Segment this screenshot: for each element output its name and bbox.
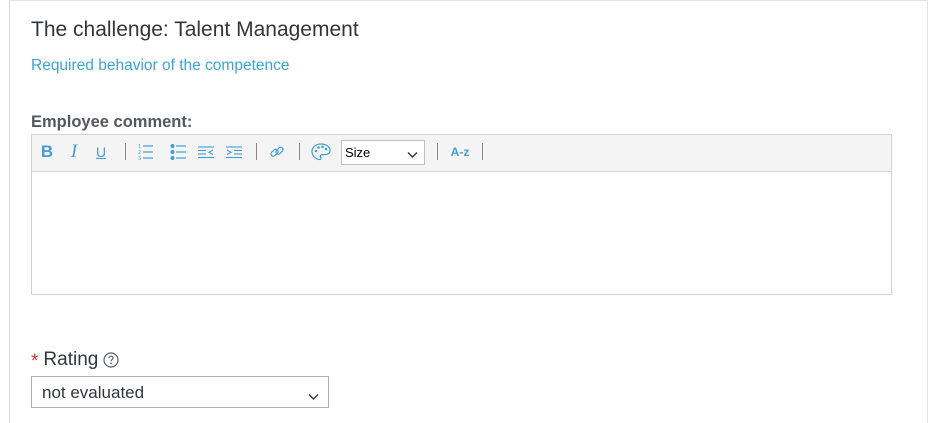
employee-comment-label: Employee comment: xyxy=(31,113,193,131)
rating-selected-value: not evaluated xyxy=(42,383,145,402)
indent-button[interactable] xyxy=(225,141,243,163)
section-title: The challenge: Talent Management xyxy=(31,18,359,41)
toolbar-separator xyxy=(299,143,300,160)
chevron-down-icon xyxy=(407,147,418,162)
chevron-down-icon xyxy=(308,388,319,406)
text-color-button[interactable] xyxy=(310,141,332,163)
ordered-list-icon: 1 2 3 xyxy=(138,144,153,161)
italic-button[interactable]: I xyxy=(66,141,82,163)
change-case-button[interactable]: A-z xyxy=(449,141,471,163)
indent-icon xyxy=(226,146,242,159)
outdent-button[interactable] xyxy=(197,141,215,163)
toolbar-separator xyxy=(256,143,257,160)
unordered-list-button[interactable] xyxy=(169,141,187,163)
palette-icon xyxy=(311,143,331,161)
ordered-list-button[interactable]: 1 2 3 xyxy=(137,141,155,163)
help-icon[interactable] xyxy=(103,352,119,368)
rich-text-editor: B I U 1 2 3 Size A-z xyxy=(31,134,892,295)
font-size-select[interactable]: Size xyxy=(341,140,425,165)
toolbar-separator xyxy=(125,143,126,160)
required-behavior-link[interactable]: Required behavior of the competence xyxy=(31,57,290,75)
outdent-icon xyxy=(198,146,214,159)
toolbar-separator xyxy=(437,143,438,160)
rating-select[interactable]: not evaluated xyxy=(31,376,329,408)
rating-label-row: * Rating xyxy=(31,348,119,372)
unordered-list-icon xyxy=(170,144,186,160)
font-size-value: Size xyxy=(345,145,371,160)
employee-comment-input[interactable] xyxy=(32,172,891,294)
required-marker: * xyxy=(31,351,39,372)
svg-text:3: 3 xyxy=(138,156,141,161)
rating-label: Rating xyxy=(43,349,99,370)
bold-button[interactable]: B xyxy=(38,141,56,163)
editor-toolbar: B I U 1 2 3 Size A-z xyxy=(32,135,891,172)
link-icon xyxy=(270,146,284,157)
underline-button[interactable]: U xyxy=(93,141,109,163)
toolbar-separator xyxy=(482,143,483,160)
case-icon: A-z xyxy=(450,145,470,159)
link-button[interactable] xyxy=(268,141,286,163)
